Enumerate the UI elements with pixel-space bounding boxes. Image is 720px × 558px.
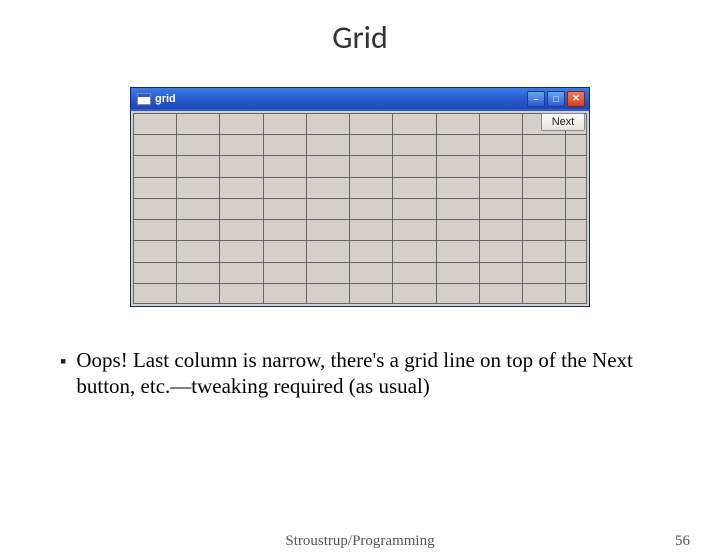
window-controls: – □ ✕ — [527, 91, 585, 107]
footer-text: Stroustrup/Programming — [0, 533, 720, 550]
window-titlebar: grid – □ ✕ — [130, 87, 590, 109]
next-button[interactable]: Next — [541, 113, 585, 131]
minimize-icon[interactable]: – — [527, 91, 545, 107]
page-number: 56 — [675, 533, 690, 550]
grid-canvas — [133, 113, 587, 304]
close-icon[interactable]: ✕ — [567, 91, 585, 107]
screenshot-window: grid – □ ✕ Next — [130, 87, 590, 307]
maximize-icon[interactable]: □ — [547, 91, 565, 107]
bullet-point: ▪ Oops! Last column is narrow, there's a… — [60, 347, 660, 400]
window-title: grid — [155, 93, 176, 105]
titlebar-left: grid — [137, 93, 176, 105]
app-icon — [137, 93, 151, 105]
window-body: Next — [130, 109, 590, 307]
slide-title: Grid — [0, 18, 720, 57]
bullet-icon: ▪ — [60, 351, 66, 372]
bullet-text: Oops! Last column is narrow, there's a g… — [76, 347, 660, 400]
